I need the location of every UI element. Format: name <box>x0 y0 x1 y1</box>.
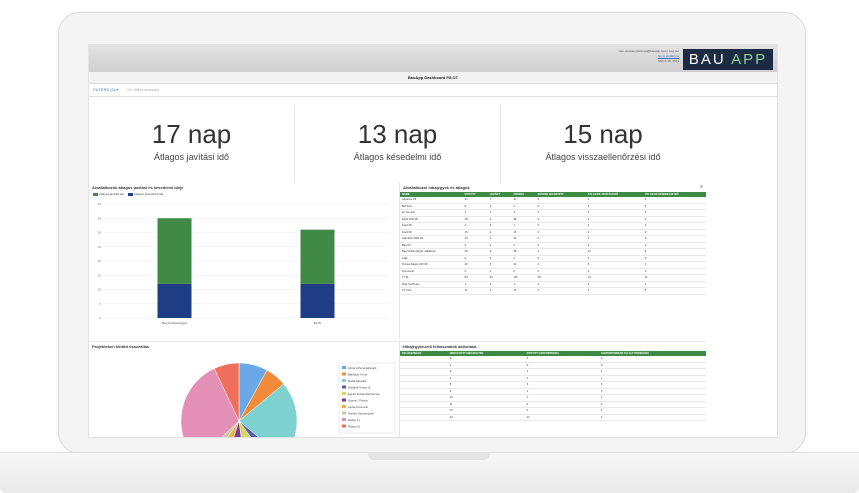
top-bar: Hon-teresa-nyilvanos@bauapp.com | Log ou… <box>89 45 777 73</box>
y-tick-label: 35 <box>98 216 102 220</box>
table-cell: 20 <box>447 414 525 421</box>
pie-legend-swatch <box>342 411 346 415</box>
bauapp-logo: BAU APP <box>683 49 773 70</box>
y-tick-label: 0 <box>99 316 101 320</box>
y-tick-label: 10 <box>98 288 102 292</box>
activity-table: FELHASZNÁLÓ BEKÜLDÖTT HIBAJEGYEK NYITOTT C… <box>400 351 706 421</box>
pie-legend-swatch <box>342 372 346 376</box>
logo-bau: BAU <box>688 51 726 68</box>
bar-segment <box>157 283 192 318</box>
logo-app: APP <box>731 51 768 68</box>
pie-legend-swatch <box>342 379 346 382</box>
menu-icon[interactable]: ≡ <box>700 184 703 190</box>
table-cell: 11 <box>462 287 488 295</box>
y-tick-label: 25 <box>98 245 102 249</box>
table-cell: 0 <box>585 287 643 295</box>
kpi-value: 17 nap <box>151 119 232 149</box>
contractor-table: NAME NYITOTT LEZÁRT ÖSSZES KÉSZRE JELENTETT Á… <box>400 192 706 295</box>
y-tick-label: 20 <box>98 259 102 263</box>
pie-legend-label: Budai lakópark <box>348 379 367 383</box>
bar-chart-panel: Alvállalkozók átlagos javítási és késede… <box>89 183 397 339</box>
pie-chart-panel: Projekteken költött összeállás Almai ott… <box>89 341 397 437</box>
pie-legend-label: Almai otthona lakópark <box>348 366 377 370</box>
y-tick-label: 40 <box>98 202 102 206</box>
pie-legend-label: Egyéb Kiviteli Rezidencia <box>348 392 380 396</box>
table-cell: 13 <box>524 414 599 421</box>
bar-segment <box>157 218 192 284</box>
bar-segment <box>300 283 335 318</box>
pie-legend-swatch <box>342 366 346 369</box>
pie-legend-label: Gázmű / Palace <box>348 399 368 403</box>
table-cell: 2 <box>487 287 512 295</box>
table-cell: 0 <box>642 287 706 295</box>
filters-button[interactable]: FILTERS (0) ▾ <box>93 87 118 92</box>
pie-legend-label: Lavde Dimenzió <box>348 405 368 409</box>
y-tick-label: 30 <box>98 231 102 235</box>
table-cell: XY Kcht <box>400 287 463 295</box>
kpi-label: Átlagos javítási idő <box>153 152 230 162</box>
dashboard-screen: Hon-teresa-nyilvanos@bauapp.com | Log ou… <box>88 44 778 438</box>
pie-legend-swatch <box>342 424 346 428</box>
pie-legend-swatch <box>342 405 346 408</box>
table-cell: 3 <box>598 414 706 421</box>
pie-legend-label: Ráday 15 <box>348 425 360 429</box>
kpi-value: 15 nap <box>563 119 643 149</box>
table-row[interactable]: XY Kcht 11 2 13 0 0 0 <box>400 287 706 295</box>
pie-legend-label: Ráday 11 <box>348 418 360 422</box>
table-cell: 13 <box>511 287 536 295</box>
pie-legend-label: Budafok Terasz III <box>348 386 371 390</box>
kpi-label: Átlagos visszaellenőrzési idő <box>545 152 661 162</box>
pie-chart: Almai otthona lakópark Bauhaus Trend Budai… <box>180 362 396 437</box>
y-tick-label: 15 <box>98 273 102 277</box>
pie-chart-title: Projekteken költött összeállás <box>92 344 150 349</box>
table-cell <box>400 414 448 421</box>
bar-chart-title: Alvállalkozók átlagos javítási és késede… <box>92 185 184 190</box>
kpi-value: 13 nap <box>357 119 438 149</box>
pie-legend-swatch <box>342 398 346 402</box>
kpi-label: Átlagos késedelmi idő <box>353 152 442 162</box>
filters-hint: No filters selected <box>127 87 160 92</box>
table-row[interactable]: 20 13 3 <box>400 414 706 421</box>
x-tick-label: Bau Kivitelezőgyár <box>162 321 187 325</box>
pie-legend-swatch <box>342 392 346 395</box>
user-info: Hon-teresa-nyilvanos@bauapp.com | Log ou… <box>619 49 679 64</box>
table-cell: 0 <box>535 287 586 295</box>
pie-legend-label: Pomázi Kerttelepítés <box>348 412 374 416</box>
pie-legend-swatch <box>342 418 346 421</box>
pie-legend-swatch <box>342 385 346 389</box>
activity-table-title: Hibajegykezelő felhasználók aktivitása <box>403 344 477 349</box>
pie-legend-label: Bauhaus Trend <box>348 373 367 377</box>
contractor-table-title: Alvállalkozói hibajegyek és átlagok <box>403 185 470 190</box>
activity-table-panel: Hibajegykezelő felhasználók aktivitása F… <box>399 341 706 437</box>
x-tick-label: ÉF Bt <box>314 320 322 325</box>
current-date: March 15, 2021 <box>658 59 679 63</box>
contractor-table-panel: Alvállalkozói hibajegyek és átlagok ≡ NA… <box>399 183 706 339</box>
laptop-notch <box>368 452 490 460</box>
bar-chart: 0 5 10 15 20 25 30 35 40 Bau Kivitelezőgyár ÉF Bt <box>98 202 389 325</box>
filter-bar: FILTERS (0) ▾ No filters selected <box>89 83 777 97</box>
y-tick-label: 5 <box>99 302 101 306</box>
bar-segment <box>300 229 335 284</box>
